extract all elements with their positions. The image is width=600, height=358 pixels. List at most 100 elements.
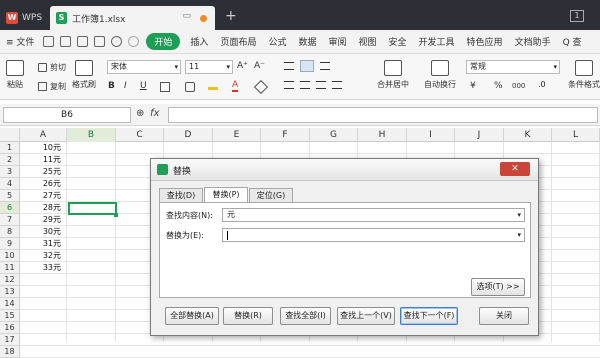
row-header-10[interactable]: 10 bbox=[0, 250, 20, 262]
row-header-11[interactable]: 11 bbox=[0, 262, 20, 274]
column-header-i[interactable]: I bbox=[407, 128, 455, 142]
cell-a6[interactable]: 28元 bbox=[21, 202, 68, 214]
zoom-icon[interactable]: ⊕ bbox=[136, 108, 144, 119]
tab-find[interactable]: 查找(D) bbox=[159, 188, 203, 202]
cell-a9[interactable]: 31元 bbox=[21, 238, 68, 250]
percent-button[interactable]: % bbox=[494, 81, 503, 91]
menu-start[interactable]: 开始 bbox=[146, 33, 181, 50]
bold-button[interactable]: B bbox=[108, 81, 115, 91]
column-header-h[interactable]: H bbox=[358, 128, 407, 142]
dialog-close-button[interactable]: ✕ bbox=[500, 162, 530, 176]
merge-center-button[interactable]: 合并居中 bbox=[377, 60, 409, 90]
chevron-down-icon[interactable]: ▾ bbox=[517, 229, 521, 241]
row-header-5[interactable]: 5 bbox=[0, 190, 20, 202]
align-center-icon[interactable] bbox=[300, 81, 310, 89]
align-left-icon[interactable] bbox=[284, 81, 294, 89]
select-all-corner[interactable] bbox=[0, 128, 20, 142]
row-header-7[interactable]: 7 bbox=[0, 214, 20, 226]
column-header-l[interactable]: L bbox=[552, 128, 600, 142]
font-name-select[interactable]: 宋体 ▾ bbox=[107, 60, 181, 74]
format-painter-button[interactable]: 格式刷 bbox=[72, 60, 96, 90]
column-header-a[interactable]: A bbox=[20, 128, 67, 142]
search-command[interactable]: Q 查 bbox=[557, 35, 588, 48]
fill-color-icon[interactable] bbox=[208, 82, 218, 90]
merge-icon[interactable] bbox=[185, 82, 195, 92]
tab-document[interactable]: S 工作簿1.xlsx ▭ bbox=[50, 6, 215, 30]
grow-font-button[interactable]: A⁺ bbox=[237, 61, 248, 71]
row-header-18[interactable]: 18 bbox=[0, 346, 20, 358]
new-tab-button[interactable]: + bbox=[225, 8, 237, 24]
font-color-icon[interactable]: A bbox=[232, 81, 239, 92]
cell-a11[interactable]: 33元 bbox=[21, 262, 68, 274]
column-header-g[interactable]: G bbox=[310, 128, 358, 142]
row-header-3[interactable]: 3 bbox=[0, 166, 20, 178]
currency-button[interactable]: ¥ bbox=[470, 81, 476, 91]
tab-replace[interactable]: 替换(P) bbox=[204, 187, 248, 202]
tab-wps-home[interactable]: W WPS bbox=[0, 6, 48, 30]
cell-a4[interactable]: 26元 bbox=[21, 178, 68, 190]
chevron-down-icon[interactable]: ▾ bbox=[517, 209, 521, 221]
align-right-icon[interactable] bbox=[316, 81, 326, 89]
dialog-title-bar[interactable]: 替换 ✕ bbox=[151, 159, 538, 181]
menu-features[interactable]: 特色应用 bbox=[461, 35, 509, 48]
selected-cell-b6[interactable] bbox=[68, 202, 117, 215]
row-header-15[interactable]: 15 bbox=[0, 310, 20, 322]
align-middle-icon[interactable] bbox=[300, 60, 314, 72]
replace-button[interactable]: 替换(R) bbox=[223, 307, 273, 325]
replace-all-button[interactable]: 全部替换(A) bbox=[165, 307, 219, 325]
column-header-j[interactable]: J bbox=[455, 128, 504, 142]
eraser-icon[interactable] bbox=[253, 79, 269, 95]
row-header-13[interactable]: 13 bbox=[0, 286, 20, 298]
thousands-button[interactable]: 000 bbox=[512, 82, 525, 90]
cell-a5[interactable]: 27元 bbox=[21, 190, 68, 202]
row-header-14[interactable]: 14 bbox=[0, 298, 20, 310]
column-header-e[interactable]: E bbox=[213, 128, 261, 142]
window-count-badge[interactable]: 1 bbox=[570, 10, 584, 22]
redo-icon[interactable] bbox=[128, 36, 140, 47]
monitor-icon[interactable]: ▭ bbox=[182, 11, 191, 21]
justify-icon[interactable] bbox=[332, 81, 342, 89]
undo-icon[interactable] bbox=[111, 36, 123, 47]
copy-button[interactable]: 复制 bbox=[38, 81, 66, 92]
row-header-8[interactable]: 8 bbox=[0, 226, 20, 238]
cell-a8[interactable]: 30元 bbox=[21, 226, 68, 238]
conditional-format-button[interactable]: 条件格式 bbox=[568, 60, 600, 90]
export-pdf-icon[interactable] bbox=[60, 36, 72, 47]
row-header-9[interactable]: 9 bbox=[0, 238, 20, 250]
shrink-font-button[interactable]: A⁻ bbox=[254, 61, 265, 71]
save-icon[interactable] bbox=[43, 36, 55, 47]
find-input[interactable]: 元 ▾ bbox=[222, 208, 525, 222]
paste-button[interactable]: 粘贴 bbox=[6, 60, 24, 90]
menu-insert[interactable]: 插入 bbox=[184, 35, 214, 48]
menu-file[interactable]: ≡ 文件 bbox=[0, 35, 40, 48]
row-header-1[interactable]: 1 bbox=[0, 142, 20, 154]
increase-decimal-icon[interactable]: .0 bbox=[538, 80, 546, 89]
formula-input[interactable] bbox=[168, 107, 598, 123]
column-header-b[interactable]: B bbox=[67, 128, 116, 142]
find-all-button[interactable]: 查找全部(I) bbox=[280, 307, 331, 325]
row-header-17[interactable]: 17 bbox=[0, 334, 20, 346]
find-previous-button[interactable]: 查找上一个(V) bbox=[337, 307, 395, 325]
menu-page-layout[interactable]: 页面布局 bbox=[214, 35, 262, 48]
font-size-select[interactable]: 11 ▾ bbox=[185, 60, 233, 74]
name-box[interactable]: B6 bbox=[3, 107, 131, 123]
row-header-4[interactable]: 4 bbox=[0, 178, 20, 190]
cut-button[interactable]: 剪切 bbox=[38, 62, 66, 73]
italic-button[interactable]: I bbox=[124, 81, 127, 91]
align-bottom-icon[interactable] bbox=[320, 62, 330, 70]
options-button[interactable]: 选项(T) >> bbox=[471, 278, 525, 296]
menu-view[interactable]: 视图 bbox=[353, 35, 383, 48]
cell-a7[interactable]: 29元 bbox=[21, 214, 68, 226]
underline-button[interactable]: U bbox=[140, 81, 147, 91]
menu-security[interactable]: 安全 bbox=[383, 35, 413, 48]
tab-goto[interactable]: 定位(G) bbox=[249, 188, 293, 202]
find-next-button[interactable]: 查找下一个(F) bbox=[400, 307, 458, 325]
cell-a1[interactable]: 10元 bbox=[21, 142, 68, 154]
replace-input[interactable]: ▾ bbox=[222, 228, 525, 242]
align-top-icon[interactable] bbox=[284, 62, 294, 70]
number-format-select[interactable]: 常规 ▾ bbox=[466, 60, 560, 74]
wrap-text-button[interactable]: 自动换行 bbox=[424, 60, 456, 90]
menu-data[interactable]: 数据 bbox=[292, 35, 322, 48]
cell-a3[interactable]: 25元 bbox=[21, 166, 68, 178]
row-header-6[interactable]: 6 bbox=[0, 202, 20, 214]
